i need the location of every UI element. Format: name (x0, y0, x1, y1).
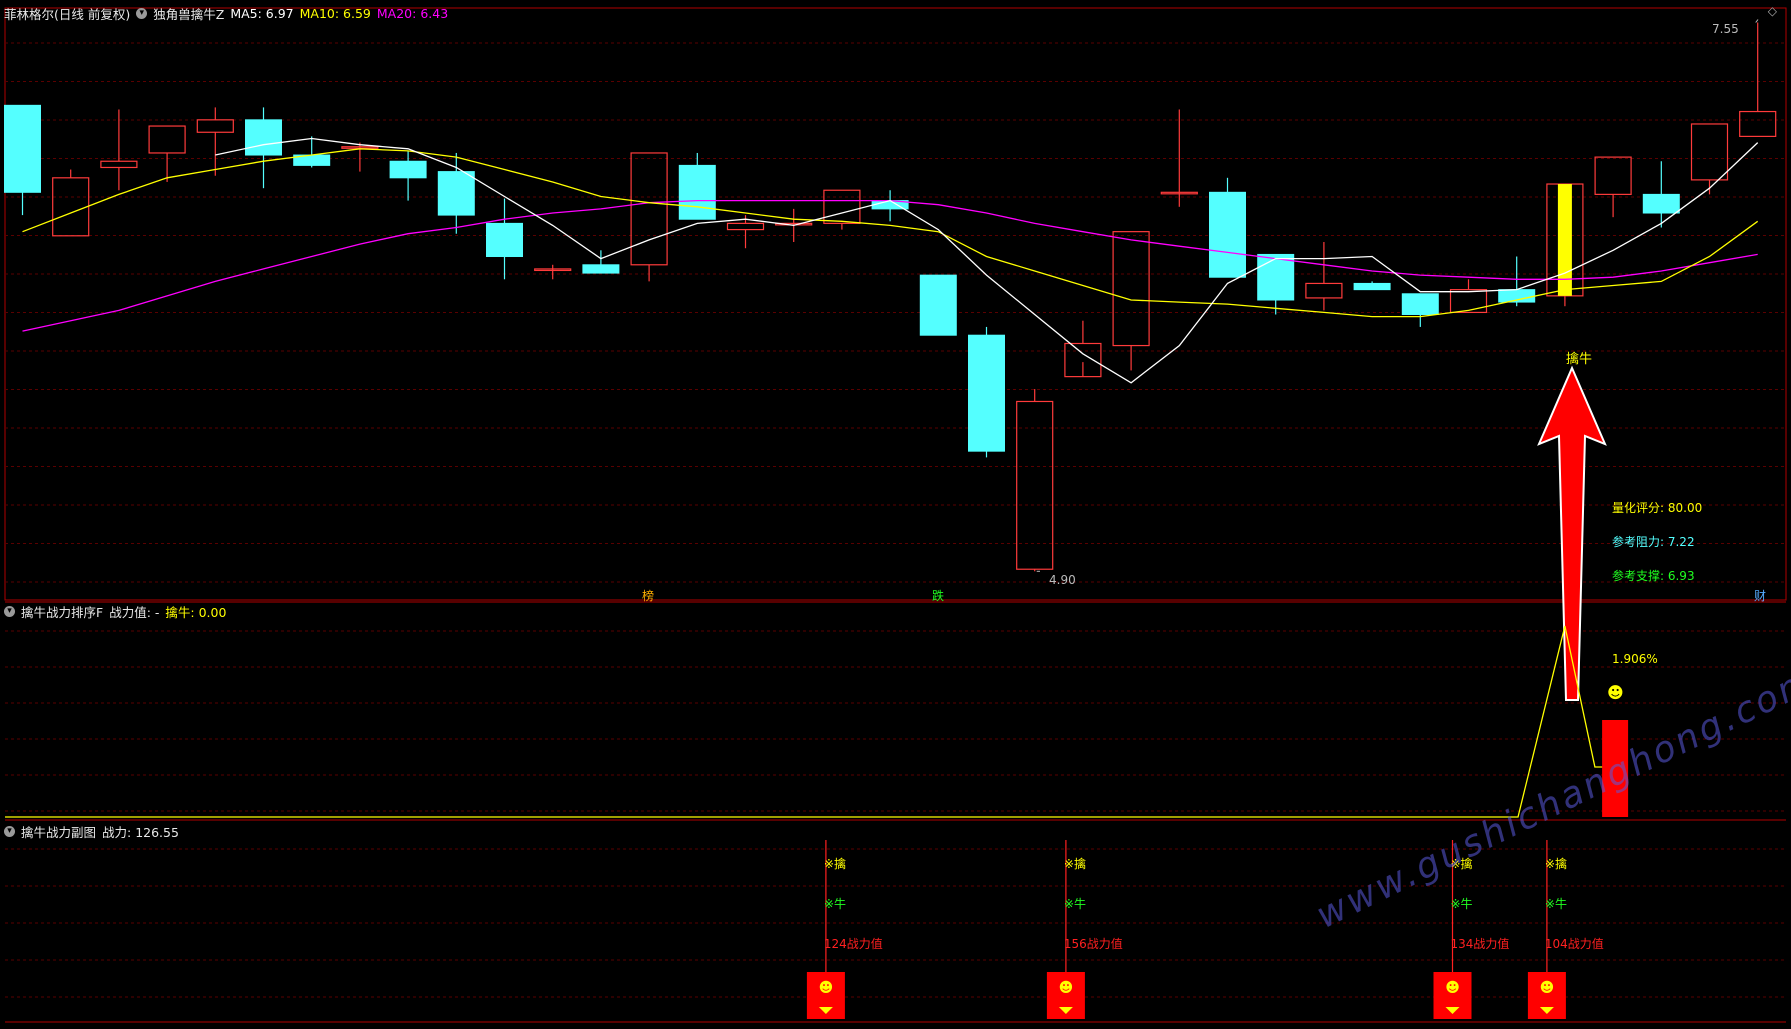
stock-title[interactable]: 菲林格尔(日线 前复权) (4, 4, 130, 23)
candle-up (1112, 231, 1150, 347)
candle-down (1257, 253, 1295, 301)
signal-label: 擒牛 (1566, 352, 1593, 367)
panel3-power-label: 104战力值 (1544, 937, 1604, 951)
panel3-niu-label: ※牛 (823, 897, 846, 911)
panel3-smiley-icon: ☻ (819, 980, 834, 996)
candle-up (148, 125, 186, 154)
candle-down (1209, 191, 1246, 278)
panel-settings-icon[interactable]: ◇ (1768, 4, 1777, 18)
ma10-line (22, 148, 1759, 318)
high-price-label: 7.55 (1712, 22, 1739, 36)
panel2-title[interactable]: 擒牛战力排序F (21, 602, 103, 621)
candle-up (1449, 289, 1488, 314)
mark-die: 跌 (932, 589, 945, 603)
ma10-value: MA10: 6.59 (299, 6, 371, 21)
candle-down (1642, 193, 1680, 214)
indicator-toggle-icon[interactable]: ▾ (136, 8, 148, 19)
candle-up (1739, 110, 1777, 137)
candle-down (486, 222, 523, 258)
candle-up (726, 222, 765, 231)
low-price-label: 4.90 (1049, 573, 1076, 587)
panel2-toggle-icon[interactable]: ▾ (4, 606, 15, 617)
panel3-niu-label: ※牛 (1544, 897, 1567, 911)
panel3-niu-label: ※牛 (1063, 897, 1086, 911)
panel3-power-value: 战力: 126.55 (102, 825, 179, 840)
candle-down (678, 164, 716, 220)
panel3-smiley-icon: ☻ (1059, 980, 1074, 996)
ma5-value: MA5: 6.97 (230, 6, 294, 21)
pct-label: 1.906% (1612, 652, 1658, 666)
panel3-power-label: 156战力值 (1063, 937, 1123, 951)
panel2-power-label: 战力值: - (109, 605, 160, 620)
candle-down (4, 104, 41, 193)
panel3-smiley-icon: ☻ (1445, 980, 1460, 996)
candle-down (919, 274, 957, 336)
candle-down (389, 160, 427, 179)
panel2-qin-value: 擒牛: 0.00 (165, 605, 227, 620)
candle-up (630, 152, 668, 266)
main-panel-frame (4, 7, 1787, 601)
panel3-smiley-icon: ☻ (1540, 980, 1555, 996)
panel2-power-line (5, 625, 1619, 818)
support-label: 参考支撑: 6.93 (1612, 569, 1695, 583)
candle-down (1353, 282, 1391, 291)
panel3-qin-label: ※擒 (1544, 857, 1567, 871)
candle-up (1594, 156, 1632, 195)
candle-up (823, 189, 861, 224)
candle-down (437, 171, 475, 216)
high-pointer (1755, 19, 1759, 23)
smiley-icon: ☻ (1607, 683, 1624, 702)
ma20-value: MA20: 6.43 (376, 6, 449, 21)
candle-up (1690, 123, 1729, 181)
panel3-qin-label: ※擒 (1063, 857, 1086, 871)
candle-down (968, 334, 1005, 452)
resistance-label: 参考阻力: 7.22 (1612, 535, 1695, 549)
panel2-header: ▾ 擒牛战力排序F 战力值: - 擒牛: 0.00 (4, 602, 226, 621)
mark-bang: 榜 (642, 589, 655, 603)
chart-svg: ☻ ☻ ☻ ☻ (4, 7, 1787, 1023)
candle-down (245, 119, 282, 156)
panel3-power-label: 124战力值 (823, 937, 883, 951)
main-header: 菲林格尔(日线 前复权) ▾ 独角兽擒牛Z MA5: 6.97 MA10: 6.… (4, 4, 448, 23)
score-label: 量化评分: 80.00 (1612, 501, 1703, 515)
candle-up (1016, 400, 1054, 570)
indicator-name[interactable]: 独角兽擒牛Z (153, 4, 224, 23)
panel3-power-label: 134战力值 (1450, 937, 1510, 951)
candle-up (1305, 282, 1343, 299)
mark-cai: 财 (1754, 589, 1767, 603)
candle-up (52, 177, 90, 237)
candle-down (1401, 293, 1439, 315)
candle-down (582, 264, 620, 274)
candle-up (196, 119, 234, 133)
panel3-title[interactable]: 擒牛战力副图 (21, 822, 96, 841)
candle-up (100, 160, 138, 169)
chart-stage: ☻ ☻ ☻ ☻ 菲林格尔(日线 前复权) ▾ 独角兽擒牛Z MA5: 6.97 MA1… (0, 0, 1791, 1025)
panel3-qin-label: ※擒 (823, 857, 846, 871)
panel3-toggle-icon[interactable]: ▾ (4, 826, 15, 837)
signal-arrow-icon (1537, 365, 1607, 701)
panel3-niu-label: ※牛 (1450, 897, 1473, 911)
panel3-header: ▾ 擒牛战力副图 战力: 126.55 (4, 822, 179, 841)
